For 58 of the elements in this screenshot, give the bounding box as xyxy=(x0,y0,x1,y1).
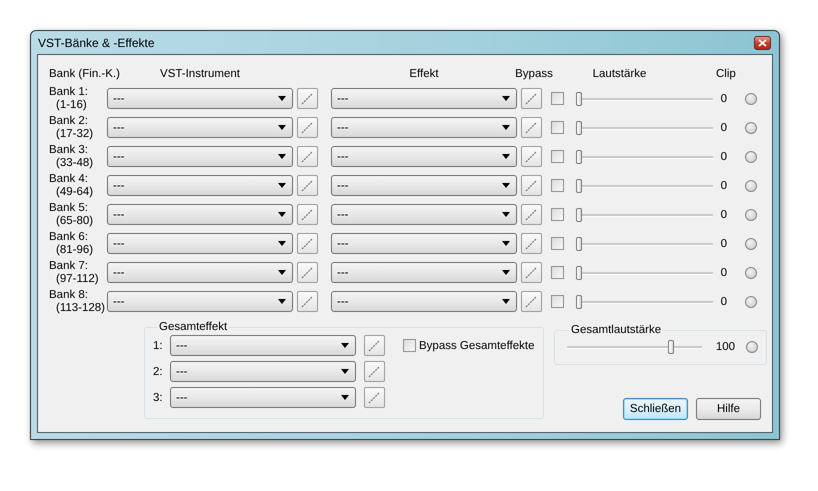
instrument-dropdown[interactable]: --- xyxy=(107,233,293,254)
column-header: Effekt xyxy=(408,68,440,80)
help-button[interactable]: Hilfe xyxy=(696,398,761,420)
instrument-dropdown[interactable]: --- xyxy=(107,175,293,196)
instrument-dropdown[interactable]: --- xyxy=(107,262,293,283)
group-title: Gesamteffekt xyxy=(158,321,228,333)
effect-dropdown[interactable]: --- xyxy=(331,88,517,109)
volume-value: 0 xyxy=(720,208,727,220)
bank-label: Bank 4: xyxy=(49,172,89,186)
bank-label: Bank 5: xyxy=(49,202,89,214)
effect-dropdown[interactable]: --- xyxy=(331,117,517,138)
bank-label: Bank 2: xyxy=(49,114,89,128)
bank-label: Bank 6: xyxy=(49,230,89,244)
effect-dropdown[interactable]: --- xyxy=(331,175,517,196)
volume-value: 100 xyxy=(714,341,735,353)
bank-range: (81-96) xyxy=(55,244,94,256)
column-header: Bypass xyxy=(514,68,554,80)
effect-dropdown[interactable]: --- xyxy=(331,233,517,254)
instrument-dropdown[interactable]: --- xyxy=(107,291,293,312)
effect-dropdown[interactable]: --- xyxy=(331,146,517,167)
bank-range: (1-16) xyxy=(55,98,88,112)
effect-dropdown[interactable]: --- xyxy=(170,335,356,356)
slot-label: 2: xyxy=(153,366,164,378)
bank-label: Bank 3: xyxy=(49,144,89,156)
volume-value: 0 xyxy=(720,150,727,162)
bank-label: Bank 7: xyxy=(49,260,89,272)
column-header: Bank (Fin.-K.) xyxy=(49,68,121,80)
bank-label: Bank 8: xyxy=(49,288,89,302)
instrument-dropdown[interactable]: --- xyxy=(107,88,293,109)
volume-value: 0 xyxy=(720,266,727,278)
volume-value: 0 xyxy=(720,238,727,250)
checkbox-label: Bypass Gesamteffekte xyxy=(419,340,534,352)
slot-label: 1: xyxy=(153,340,164,352)
instrument-dropdown[interactable]: --- xyxy=(107,146,293,167)
volume-value: 0 xyxy=(720,122,727,134)
bank-range: (65-80) xyxy=(55,214,94,228)
bank-range: (49-64) xyxy=(55,186,94,198)
effect-dropdown[interactable]: --- xyxy=(170,387,356,408)
effect-dropdown[interactable]: --- xyxy=(331,204,517,225)
column-header: Clip xyxy=(715,68,735,80)
column-header: Lautstärke xyxy=(592,68,648,80)
close-dialog-button[interactable]: Schließen xyxy=(623,398,688,420)
instrument-dropdown[interactable]: --- xyxy=(107,204,293,225)
bank-label: Bank 1: xyxy=(49,86,89,98)
volume-value: 0 xyxy=(720,180,727,192)
effect-dropdown[interactable]: --- xyxy=(331,262,517,283)
window-title: VST-Bänke & -Effekte xyxy=(37,36,155,50)
volume-value: 0 xyxy=(720,92,727,104)
bank-range: (33-48) xyxy=(55,156,94,170)
volume-value: 0 xyxy=(720,296,727,308)
bank-range: (97-112) xyxy=(55,272,100,286)
effect-dropdown[interactable]: --- xyxy=(331,291,517,312)
instrument-dropdown[interactable]: --- xyxy=(107,117,293,138)
bank-range: (17-32) xyxy=(55,128,94,140)
slot-label: 3: xyxy=(153,392,164,404)
bank-range: (113-128) xyxy=(55,302,106,314)
group-title: Gesamtlautstärke xyxy=(570,324,662,336)
effect-dropdown[interactable]: --- xyxy=(170,361,356,382)
